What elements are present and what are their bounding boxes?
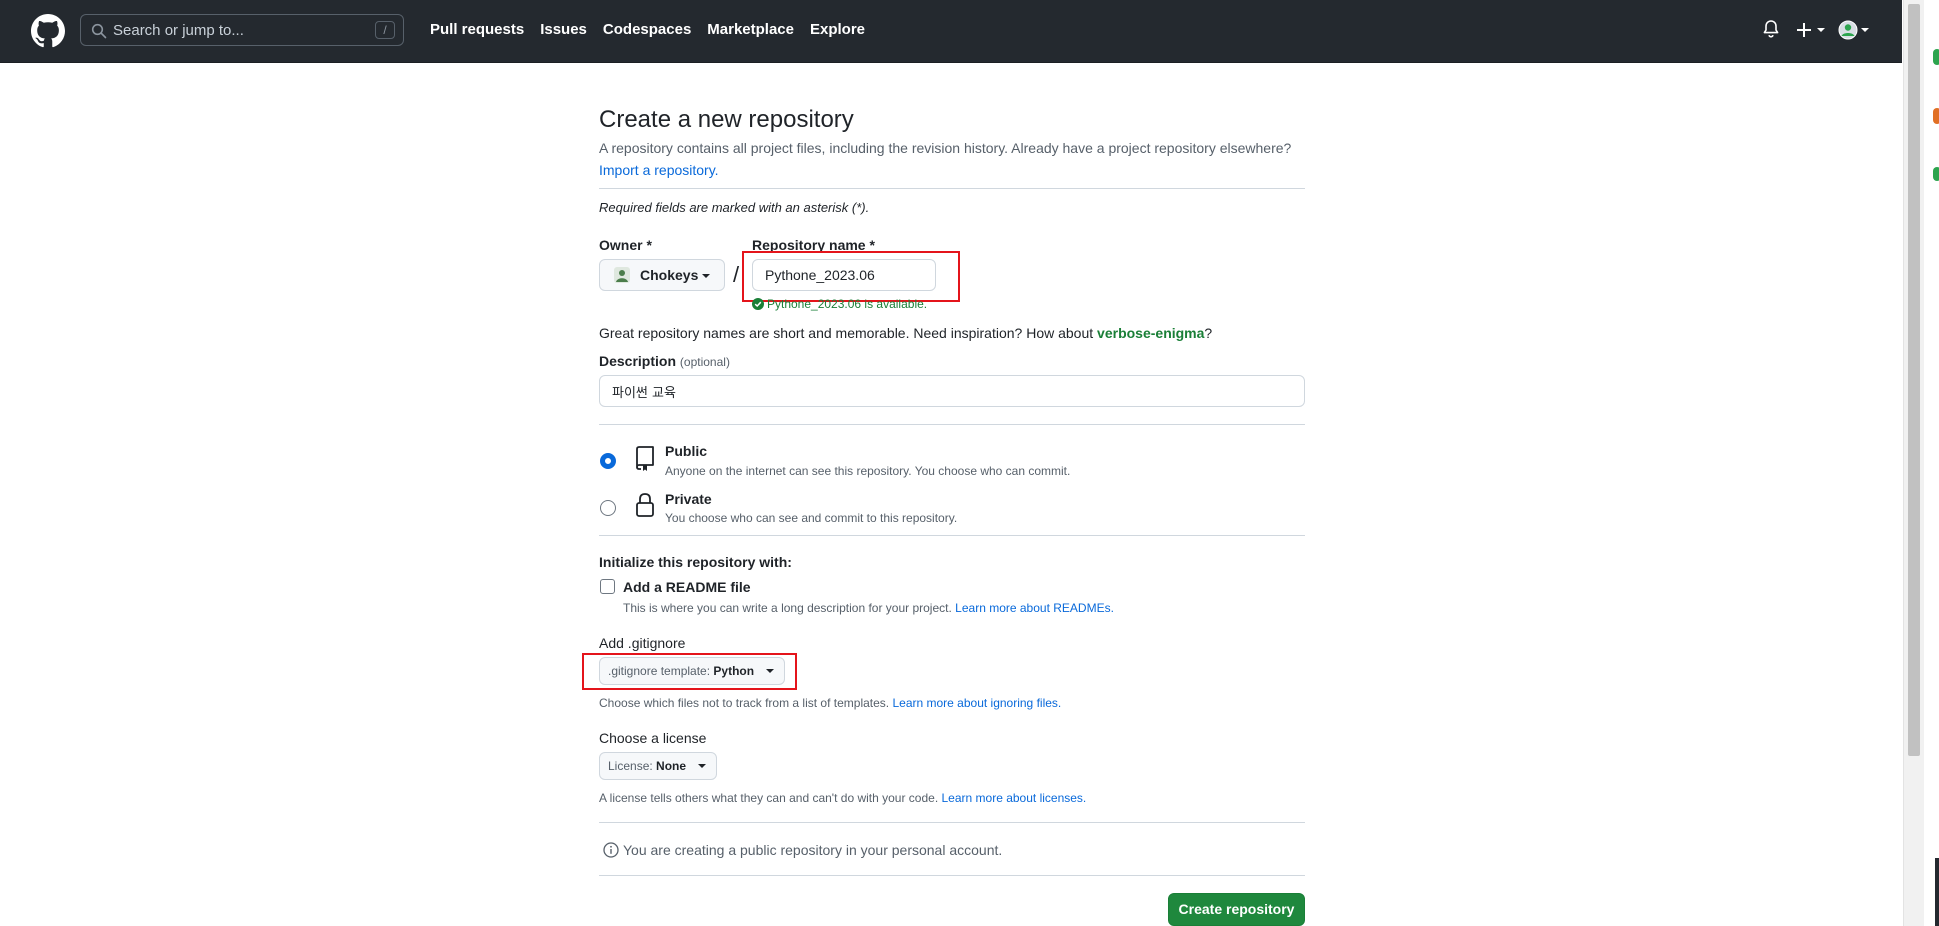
check-circle-icon [752,298,764,310]
info-icon [603,842,619,858]
visibility-private-radio[interactable] [600,500,616,516]
visibility-notice: You are creating a public repository in … [603,842,1002,858]
import-repository-link[interactable]: Import a repository. [599,162,719,178]
owner-dropdown[interactable]: Chokeys [599,259,725,291]
highlight-box-gitignore [582,653,797,690]
license-prefix: License: [608,759,653,773]
gitignore-label: Add .gitignore [599,635,686,651]
name-inspiration: Great repository names are short and mem… [599,325,1212,341]
learn-more-readmes-link[interactable]: Learn more about READMEs. [955,601,1114,615]
optional-hint: (optional) [679,355,730,369]
side-panel-indicator-green [1933,49,1939,65]
required-fields-note: Required fields are marked with an aster… [599,200,870,215]
license-help-text: A license tells others what they can and… [599,791,939,805]
divider [599,188,1305,189]
chevron-down-icon [702,274,710,278]
side-panel-indicator-green-2 [1933,167,1939,181]
readme-help: This is where you can write a long descr… [623,601,1114,615]
readme-help-text: This is where you can write a long descr… [623,601,952,615]
nav-explore[interactable]: Explore [810,21,865,38]
global-header: Search or jump to... / Pull requests Iss… [0,0,1902,63]
global-nav: Pull requests Issues Codespaces Marketpl… [430,21,881,38]
license-dropdown[interactable]: License: None [599,752,718,780]
search-box[interactable]: Search or jump to... / [80,14,404,46]
chevron-down-icon [698,764,707,768]
owner-avatar-icon [614,267,630,283]
search-icon [91,23,107,39]
nav-marketplace[interactable]: Marketplace [707,21,794,38]
page-title: Create a new repository [599,106,854,133]
visibility-public-radio[interactable] [600,453,616,469]
public-option-desc: Anyone on the internet can see this repo… [665,464,1071,478]
private-option-title: Private [665,491,712,507]
notifications-bell-icon[interactable] [1762,19,1780,39]
highlight-box-repo-name [742,251,960,302]
nav-pull-requests[interactable]: Pull requests [430,21,524,38]
public-option-title: Public [665,443,708,459]
divider [599,535,1305,536]
side-panel-indicator-orange [1933,108,1939,124]
name-availability: Pythone_2023.06 is available. [752,297,927,311]
owner-name: Chokeys [640,267,699,283]
description-label: Description (optional) [599,353,730,369]
license-value: None [656,759,687,773]
owner-label: Owner * [599,237,652,253]
license-help: A license tells others what they can and… [599,791,1086,805]
availability-text: Pythone_2023.06 is available. [767,297,928,311]
nav-issues[interactable]: Issues [540,21,587,38]
suggested-name-link[interactable]: verbose-enigma [1097,325,1204,341]
inspiration-text: Great repository names are short and mem… [599,325,1098,341]
owner-repo-separator: / [733,262,740,287]
gitignore-help-text: Choose which files not to track from a l… [599,696,890,710]
user-avatar-menu-icon[interactable] [1838,19,1872,41]
learn-more-licenses-link[interactable]: Learn more about licenses. [942,791,1087,805]
learn-more-ignoring-link[interactable]: Learn more about ignoring files. [892,696,1061,710]
license-label: Choose a license [599,730,707,746]
search-placeholder: Search or jump to... [113,22,244,39]
initialize-label: Initialize this repository with: [599,554,792,570]
side-panel-indicator-dark [1935,858,1939,926]
divider [599,822,1305,823]
divider [599,875,1305,876]
page-intro: A repository contains all project files,… [599,140,1292,156]
divider [599,424,1305,425]
search-shortcut-hint: / [375,21,395,39]
private-option-desc: You choose who can see and commit to thi… [665,511,958,525]
github-logo-icon[interactable] [31,14,65,48]
description-label-text: Description [599,353,677,369]
lock-icon [636,493,654,517]
page-scrollbar[interactable] [1903,0,1924,926]
add-readme-checkbox[interactable] [600,579,615,594]
description-input[interactable] [599,375,1305,407]
scrollbar-thumb[interactable] [1908,4,1920,756]
add-readme-label[interactable]: Add a README file [623,579,751,595]
create-repository-button[interactable]: Create repository [1168,893,1305,926]
gitignore-help: Choose which files not to track from a l… [599,696,1061,710]
create-new-plus-icon[interactable] [1796,19,1830,41]
repo-icon [636,446,654,471]
nav-codespaces[interactable]: Codespaces [603,21,691,38]
inspiration-suffix: ? [1204,325,1213,341]
notice-text: You are creating a public repository in … [623,842,1003,858]
